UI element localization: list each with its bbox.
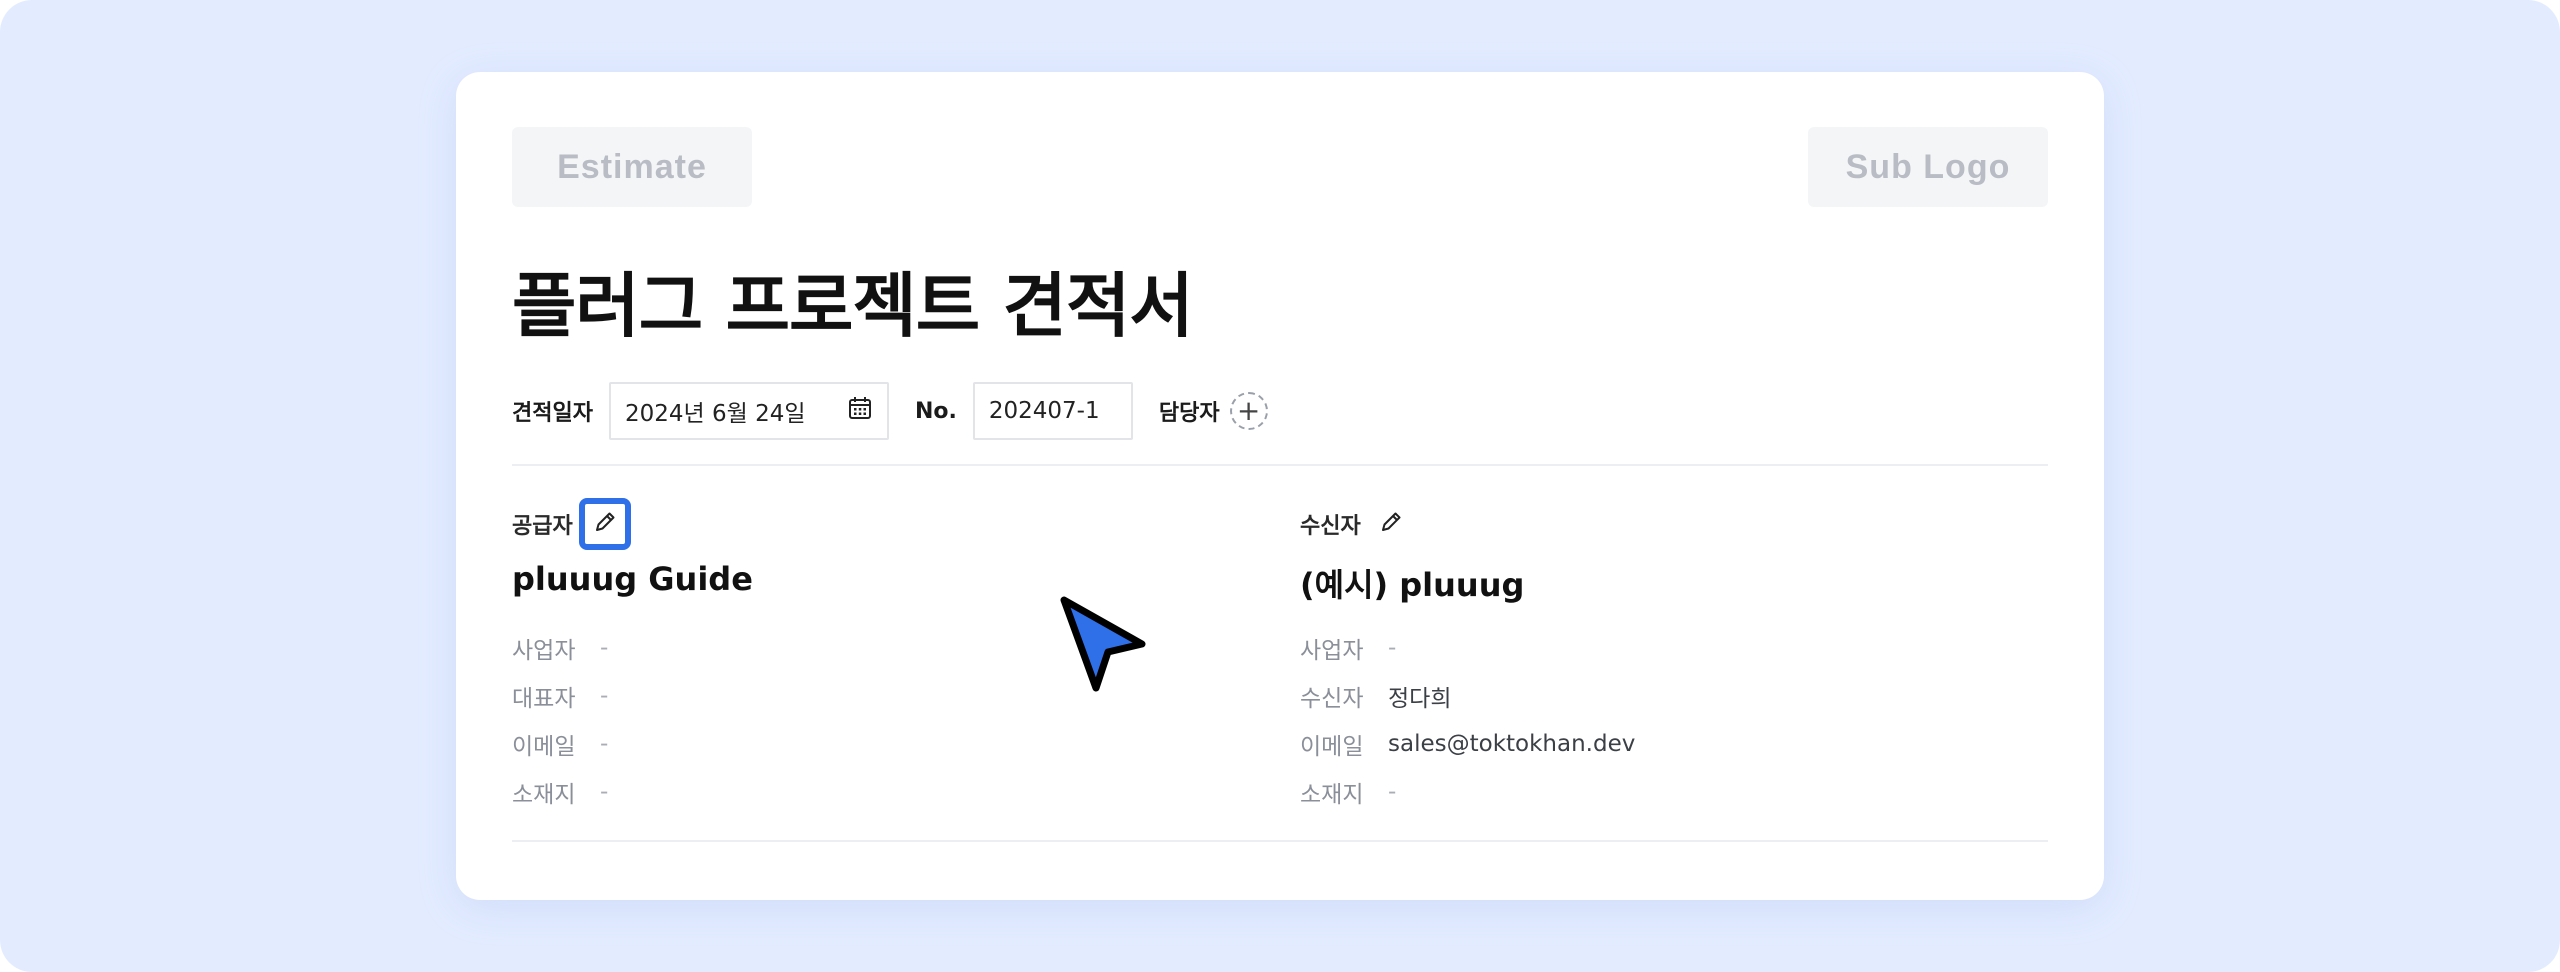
mouse-cursor-icon <box>1060 596 1146 692</box>
info-value: - <box>600 635 609 661</box>
estimate-number-value: 202407-1 <box>988 398 1100 424</box>
recipient-name: (예시) pluuug <box>1300 566 1525 604</box>
info-label: 이메일 <box>1300 734 1364 760</box>
page-title: 플러그 프로젝트 견적서 <box>512 265 1194 347</box>
info-label: 이메일 <box>512 734 576 760</box>
background-frame: Estimate Sub Logo 플러그 프로젝트 견적서 견적일자 2024… <box>0 0 2560 972</box>
recipient-info-list: 사업자 - 수신자 정다희 이메일 sales@toktokhan.dev 소재… <box>1300 624 2040 816</box>
edit-supplier-button[interactable] <box>578 498 631 550</box>
info-value: - <box>600 731 609 757</box>
info-label: 사업자 <box>1300 638 1364 664</box>
edit-recipient-button[interactable] <box>1371 504 1411 544</box>
info-row: 소재지 - <box>1300 768 2040 816</box>
info-row: 사업자 - <box>1300 624 2040 672</box>
calendar-icon[interactable] <box>847 395 873 427</box>
info-label: 소재지 <box>1300 782 1364 808</box>
plus-icon: + <box>1236 394 1261 427</box>
info-row: 이메일 sales@toktokhan.dev <box>1300 720 2040 768</box>
pencil-icon <box>592 509 618 539</box>
date-field[interactable]: 2024년 6월 24일 <box>608 382 889 440</box>
estimate-number-field[interactable]: 202407-1 <box>972 382 1133 440</box>
info-label: 대표자 <box>512 686 576 712</box>
date-value: 2024년 6월 24일 <box>624 401 806 427</box>
info-value: - <box>1388 635 1397 661</box>
info-value: sales@toktokhan.dev <box>1388 731 1636 757</box>
estimate-logo: Estimate <box>512 127 752 207</box>
info-label: 소재지 <box>512 782 576 808</box>
section-divider <box>512 464 2048 466</box>
info-row: 이메일 - <box>512 720 1252 768</box>
pencil-icon <box>1378 509 1404 539</box>
info-row: 소재지 - <box>512 768 1252 816</box>
add-manager-button[interactable]: + <box>1229 392 1268 430</box>
recipient-label: 수신자 <box>1300 514 1361 539</box>
info-label: 사업자 <box>512 638 576 664</box>
no-label: No. <box>914 398 957 424</box>
estimate-card: Estimate Sub Logo 플러그 프로젝트 견적서 견적일자 2024… <box>456 72 2104 900</box>
info-row: 수신자 정다희 <box>1300 672 2040 720</box>
bottom-divider <box>512 840 2048 842</box>
info-value: 정다희 <box>1388 686 1452 712</box>
info-value: - <box>600 683 609 709</box>
info-label: 수신자 <box>1300 686 1364 712</box>
date-label: 견적일자 <box>512 401 593 426</box>
meta-row: 견적일자 2024년 6월 24일 No. 202407-1 담당자 + <box>512 380 1268 442</box>
sub-logo: Sub Logo <box>1808 127 2048 207</box>
recipient-section: 수신자 (예시) pluuug 사업자 - 수신자 정다희 이메일 sales@… <box>1300 502 2040 816</box>
supplier-label: 공급자 <box>512 514 573 539</box>
info-value: - <box>600 779 609 805</box>
info-value: - <box>1388 779 1397 805</box>
manager-label: 담당자 <box>1158 401 1220 426</box>
